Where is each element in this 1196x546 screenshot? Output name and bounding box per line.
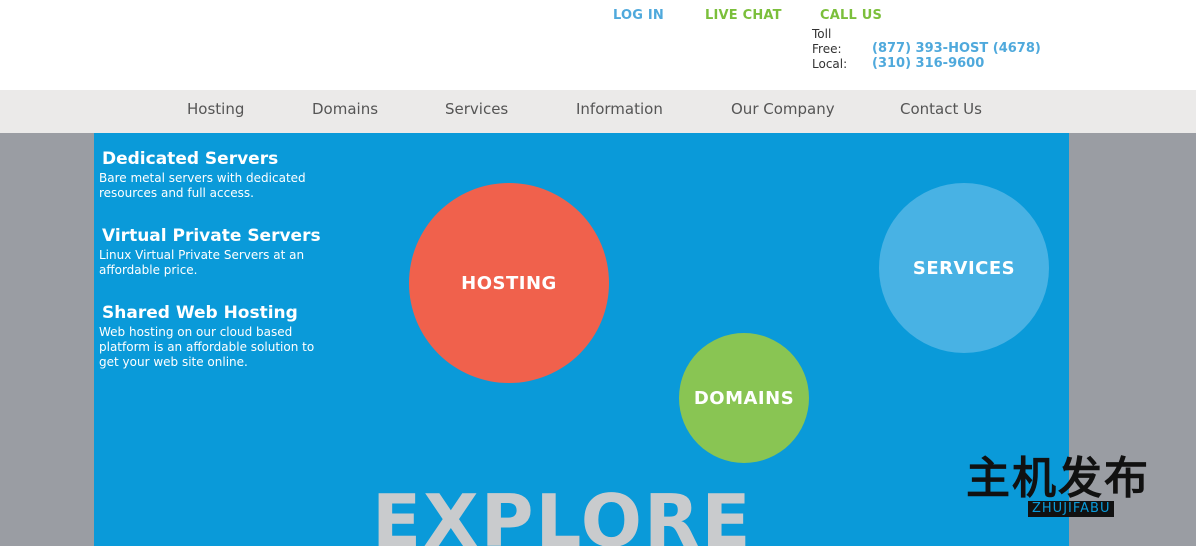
feature-title-vps[interactable]: Virtual Private Servers — [102, 226, 321, 246]
watermark-logo: 主机发布 ZHUJIFABU — [966, 455, 1166, 519]
feature-desc-shared: Web hosting on our cloud based platform … — [99, 325, 315, 369]
feature-title-dedicated[interactable]: Dedicated Servers — [102, 149, 278, 169]
top-bar: LOG IN LIVE CHAT CALL US Toll Free: (877… — [0, 0, 1196, 90]
hosting-bubble-label: HOSTING — [461, 272, 557, 294]
explore-heading: EXPLORE — [372, 479, 753, 546]
main-nav: Hosting Domains Services Information Our… — [0, 90, 1196, 133]
services-bubble-label: SERVICES — [912, 257, 1016, 279]
live-chat-link[interactable]: LIVE CHAT — [705, 8, 782, 23]
nav-item-our-company[interactable]: Our Company — [731, 100, 835, 118]
domains-bubble-label: DOMAINS — [693, 387, 795, 409]
hosting-bubble[interactable]: HOSTING — [409, 183, 609, 383]
nav-item-hosting[interactable]: Hosting — [187, 100, 244, 118]
toll-free-label: Free: — [812, 42, 842, 56]
nav-item-contact-us[interactable]: Contact Us — [900, 100, 982, 118]
nav-item-services[interactable]: Services — [445, 100, 508, 118]
hero-panel: Dedicated Servers Bare metal servers wit… — [94, 133, 1069, 546]
nav-item-domains[interactable]: Domains — [312, 100, 378, 118]
domains-bubble[interactable]: DOMAINS — [679, 333, 809, 463]
local-number[interactable]: (310) 316-9600 — [872, 56, 984, 71]
local-label: Local: — [812, 57, 848, 71]
feature-desc-vps: Linux Virtual Private Servers at an affo… — [99, 248, 305, 277]
watermark-en-text: ZHUJIFABU — [1028, 501, 1115, 517]
call-us-link[interactable]: CALL US — [820, 8, 882, 23]
services-bubble[interactable]: SERVICES — [879, 183, 1049, 353]
feature-title-shared[interactable]: Shared Web Hosting — [102, 303, 298, 323]
feature-desc-dedicated: Bare metal servers with dedicated resour… — [99, 171, 306, 200]
watermark-cn-text: 主机发布 — [966, 453, 1150, 504]
toll-free-number[interactable]: (877) 393-HOST (4678) — [872, 41, 1041, 56]
toll-label: Toll — [812, 27, 832, 41]
login-link[interactable]: LOG IN — [613, 8, 664, 23]
nav-item-information[interactable]: Information — [576, 100, 663, 118]
